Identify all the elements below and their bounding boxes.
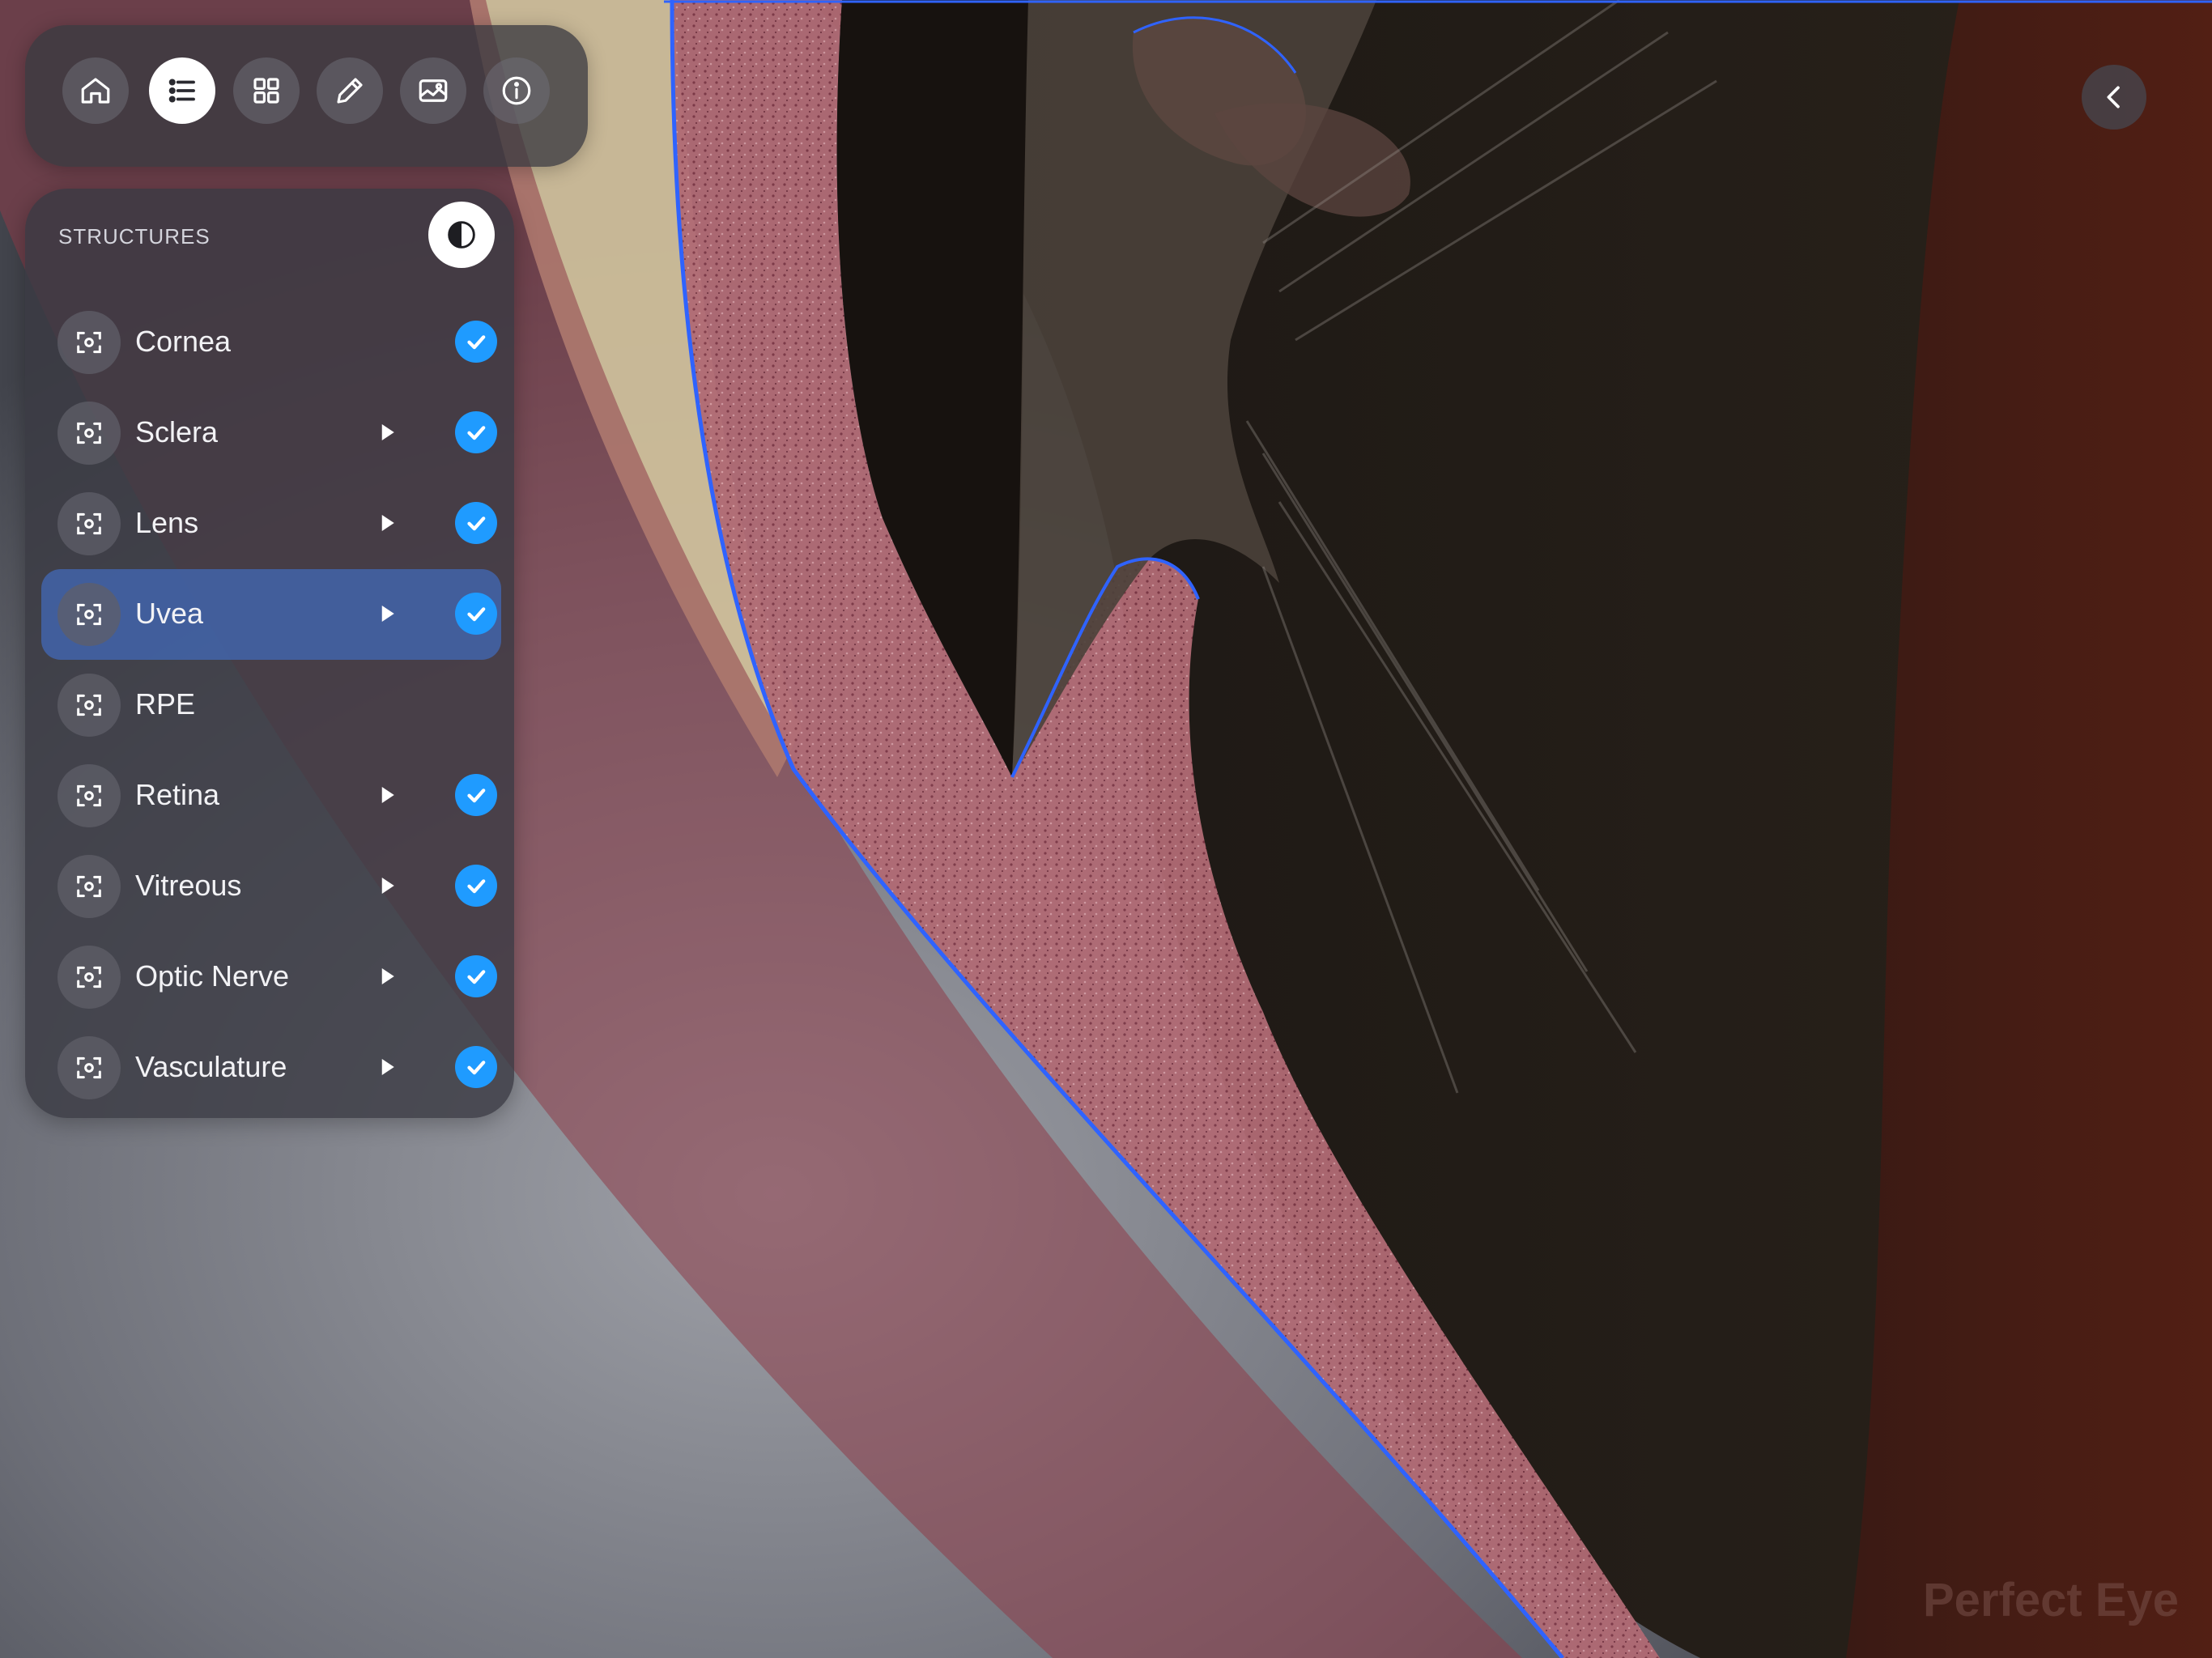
structure-row-cornea[interactable]: Cornea bbox=[41, 297, 501, 388]
structure-row-uvea[interactable]: Uvea bbox=[41, 569, 501, 660]
checkmark-icon bbox=[467, 517, 486, 531]
checkmark-icon bbox=[467, 607, 486, 622]
visibility-checkbox[interactable] bbox=[455, 321, 497, 363]
main-toolbar bbox=[25, 25, 588, 167]
focus-target-icon bbox=[77, 1056, 101, 1079]
annotate-button[interactable] bbox=[317, 57, 383, 124]
visibility-checkbox[interactable] bbox=[455, 593, 497, 635]
checkmark-icon bbox=[467, 879, 486, 894]
visibility-checkbox[interactable] bbox=[455, 1046, 497, 1088]
checkmark-icon bbox=[467, 426, 486, 440]
focus-target-icon bbox=[77, 331, 101, 354]
structure-row-vitreous[interactable]: Vitreous bbox=[41, 841, 501, 932]
visibility-checkbox[interactable] bbox=[455, 411, 497, 453]
structures-list-button[interactable] bbox=[149, 57, 215, 124]
expand-arrow-icon[interactable] bbox=[375, 511, 399, 535]
focus-button[interactable] bbox=[57, 311, 121, 374]
pencil-icon bbox=[337, 78, 363, 104]
expand-arrow-icon[interactable] bbox=[375, 874, 399, 898]
focus-target-icon bbox=[77, 784, 101, 807]
structure-label: Cornea bbox=[135, 325, 232, 358]
panel-title: STRUCTURES bbox=[58, 224, 211, 249]
visibility-checkbox[interactable] bbox=[455, 502, 497, 544]
focus-target-icon bbox=[77, 694, 101, 716]
structure-label: Vasculature bbox=[135, 1050, 287, 1083]
home-button[interactable] bbox=[62, 57, 129, 124]
gallery-button[interactable] bbox=[400, 57, 466, 124]
focus-button[interactable] bbox=[57, 492, 121, 555]
checkmark-icon bbox=[467, 1061, 486, 1075]
info-icon bbox=[502, 76, 531, 105]
structure-label: Sclera bbox=[135, 415, 219, 449]
focus-target-icon bbox=[77, 966, 101, 988]
focus-target-icon bbox=[77, 875, 101, 898]
brand-watermark: Perfect Eye bbox=[1923, 1574, 2179, 1626]
grid-icon bbox=[253, 78, 279, 104]
focus-target-icon bbox=[77, 422, 101, 444]
focus-button[interactable] bbox=[57, 1036, 121, 1099]
focus-button[interactable] bbox=[57, 855, 121, 918]
structure-label: Retina bbox=[135, 778, 220, 811]
expand-arrow-icon[interactable] bbox=[375, 964, 399, 988]
focus-button[interactable] bbox=[57, 764, 121, 827]
info-button[interactable] bbox=[483, 57, 550, 124]
structure-row-rpe[interactable]: RPE bbox=[41, 660, 501, 750]
structure-row-optic-nerve[interactable]: Optic Nerve bbox=[41, 932, 501, 1022]
focus-button[interactable] bbox=[57, 583, 121, 646]
visibility-checkbox[interactable] bbox=[455, 955, 497, 997]
gallery-icon bbox=[419, 79, 448, 102]
structure-row-lens[interactable]: Lens bbox=[41, 478, 501, 569]
contrast-icon bbox=[448, 221, 475, 249]
structure-label: RPE bbox=[135, 687, 196, 721]
expand-arrow-icon[interactable] bbox=[375, 420, 399, 444]
focus-button[interactable] bbox=[57, 402, 121, 465]
structure-row-sclera[interactable]: Sclera bbox=[41, 388, 501, 478]
structures-panel: STRUCTURES Cornea Sclera Lens Uvea RPE Retina… bbox=[25, 189, 514, 1118]
expand-arrow-icon[interactable] bbox=[375, 1055, 399, 1079]
expand-arrow-icon[interactable] bbox=[375, 783, 399, 807]
focus-target-icon bbox=[77, 512, 101, 535]
expand-arrow-icon[interactable] bbox=[375, 602, 399, 626]
visibility-checkbox[interactable] bbox=[455, 865, 497, 907]
structure-label: Vitreous bbox=[135, 869, 242, 902]
structure-label: Lens bbox=[135, 506, 199, 539]
contrast-toggle-button[interactable] bbox=[428, 202, 495, 268]
chevron-left-icon bbox=[2107, 86, 2120, 108]
structure-label: Optic Nerve bbox=[135, 959, 290, 993]
focus-button[interactable] bbox=[57, 946, 121, 1009]
checkmark-icon bbox=[467, 335, 486, 350]
checkmark-icon bbox=[467, 970, 486, 984]
home-icon bbox=[81, 78, 110, 104]
list-icon bbox=[168, 79, 195, 103]
focus-target-icon bbox=[77, 603, 101, 626]
focus-button[interactable] bbox=[57, 674, 121, 737]
visibility-checkbox[interactable] bbox=[455, 774, 497, 816]
structure-label: Uvea bbox=[135, 597, 204, 630]
grid-view-button[interactable] bbox=[233, 57, 300, 124]
checkmark-icon bbox=[467, 789, 486, 803]
structure-row-vasculature[interactable]: Vasculature bbox=[41, 1022, 501, 1113]
back-button[interactable] bbox=[2082, 65, 2146, 130]
structure-row-retina[interactable]: Retina bbox=[41, 750, 501, 841]
